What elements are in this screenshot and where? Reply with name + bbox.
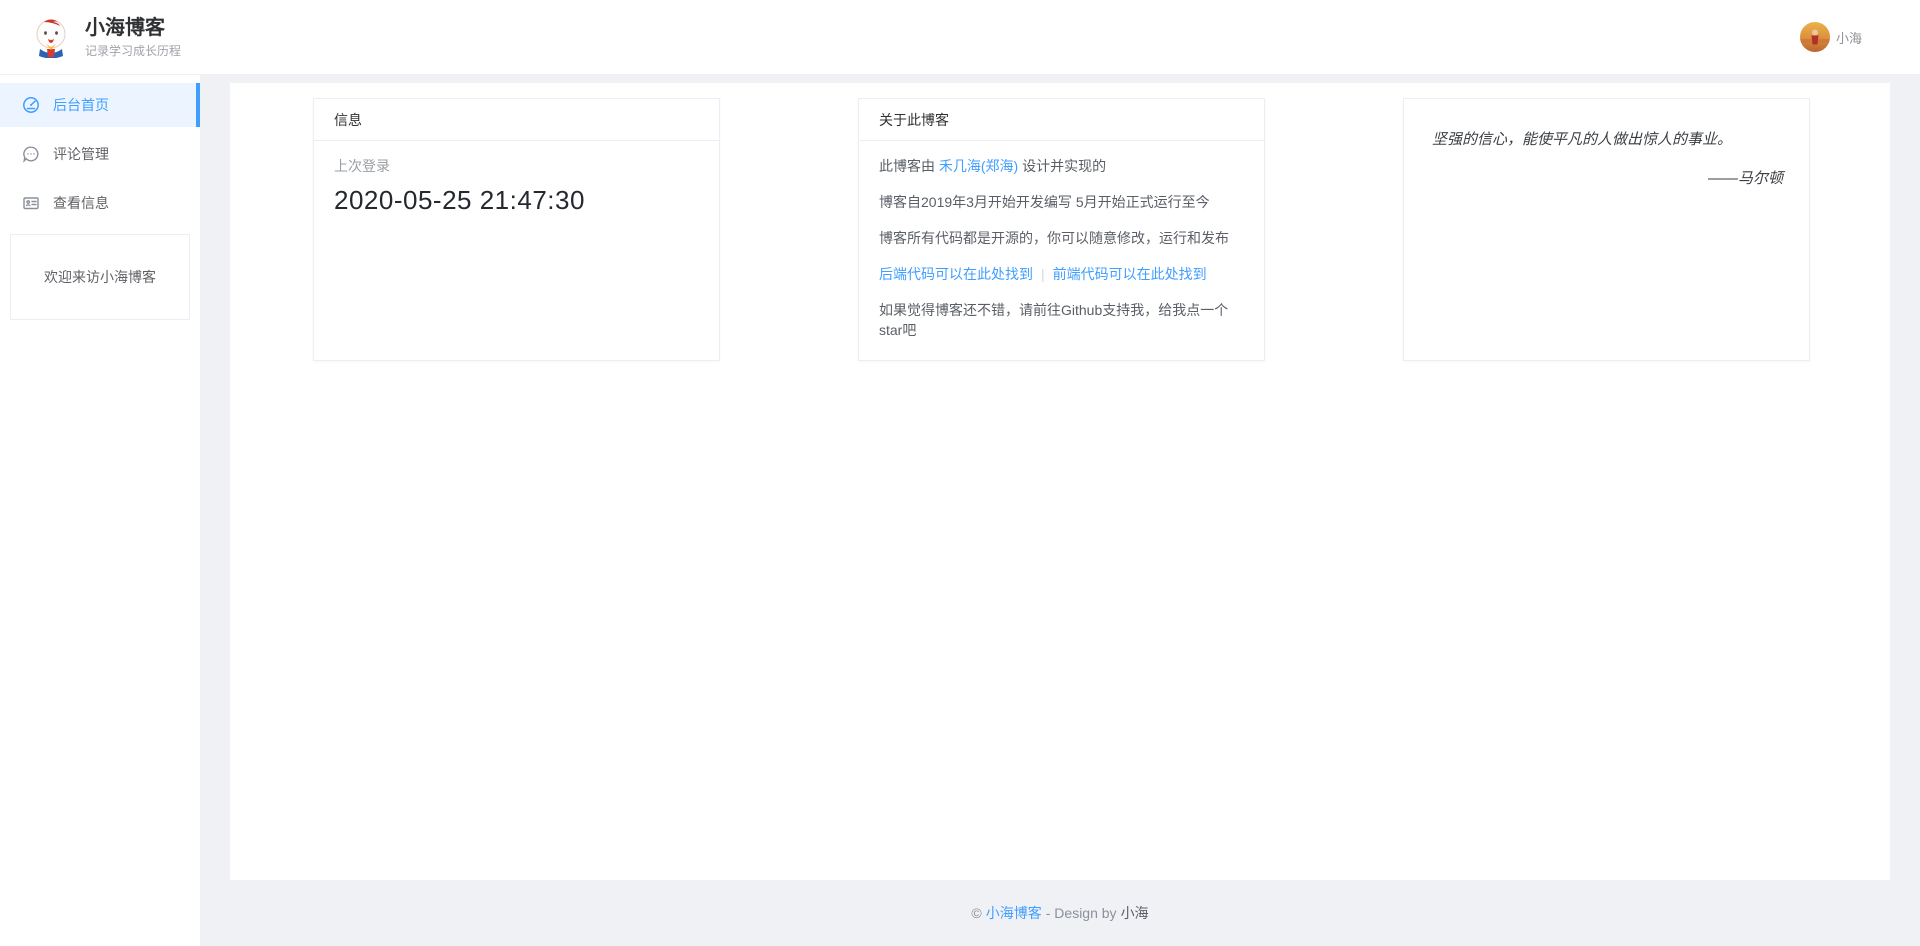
info-card-title: 信息 xyxy=(314,99,719,141)
sidebar-item-dashboard[interactable]: 后台首页 xyxy=(0,83,200,127)
quote-card: 坚强的信心，能使平凡的人做出惊人的事业。 ——马尔顿 xyxy=(1403,98,1810,361)
footer-middle-text: - Design by xyxy=(1046,905,1117,921)
copyright-symbol: © xyxy=(971,905,981,921)
sidebar-item-label: 后台首页 xyxy=(53,95,109,115)
about-line-history: 博客自2019年3月开始开发编写 5月开始正式运行至今 xyxy=(879,192,1244,212)
about-card-title: 关于此博客 xyxy=(859,99,1264,141)
page-footer: © 小海博客 - Design by 小海 xyxy=(230,880,1890,946)
id-card-icon xyxy=(22,194,40,212)
info-card-body: 上次登录 2020-05-25 21:47:30 xyxy=(314,141,719,231)
link-separator: | xyxy=(1033,266,1053,282)
app-header: 小海博客 记录学习成长历程 小海 xyxy=(0,0,1920,75)
about-line-code-links: 后端代码可以在此处找到|前端代码可以在此处找到 xyxy=(879,264,1244,284)
about-card-body: 此博客由 禾几海(郑海) 设计并实现的 博客自2019年3月开始开发编写 5月开… xyxy=(859,141,1264,340)
user-avatar[interactable] xyxy=(1800,22,1830,52)
site-logo-icon xyxy=(30,16,72,58)
sidebar-item-comments[interactable]: 评论管理 xyxy=(0,132,200,176)
info-card: 信息 上次登录 2020-05-25 21:47:30 xyxy=(313,98,720,361)
sidebar-item-label: 查看信息 xyxy=(53,193,109,213)
footer-site-link[interactable]: 小海博客 xyxy=(986,903,1042,923)
frontend-code-link[interactable]: 前端代码可以在此处找到 xyxy=(1053,266,1207,282)
footer-author: 小海 xyxy=(1121,903,1149,923)
welcome-text: 欢迎来访小海博客 xyxy=(44,267,156,287)
content-panel: 信息 上次登录 2020-05-25 21:47:30 关于此博客 此博客由 禾… xyxy=(230,83,1890,880)
about-card: 关于此博客 此博客由 禾几海(郑海) 设计并实现的 博客自2019年3月开始开发… xyxy=(858,98,1265,361)
quote-card-body: 坚强的信心，能使平凡的人做出惊人的事业。 ——马尔顿 xyxy=(1404,99,1809,188)
site-title: 小海博客 xyxy=(85,16,181,40)
dashboard-icon xyxy=(22,96,40,114)
main-area: 信息 上次登录 2020-05-25 21:47:30 关于此博客 此博客由 禾… xyxy=(200,75,1920,946)
quote-text: 坚强的信心，能使平凡的人做出惊人的事业。 xyxy=(1432,129,1783,151)
brand: 小海博客 记录学习成长历程 xyxy=(30,16,181,59)
about-line-star: 如果觉得博客还不错，请前往Github支持我，给我点一个star吧 xyxy=(879,300,1244,340)
cards-row: 信息 上次登录 2020-05-25 21:47:30 关于此博客 此博客由 禾… xyxy=(313,98,1810,361)
quote-author: ——马尔顿 xyxy=(1432,167,1783,188)
about-line-author: 此博客由 禾几海(郑海) 设计并实现的 xyxy=(879,156,1244,176)
sidebar: 后台首页 评论管理 查看信息 xyxy=(0,75,200,946)
about-author-prefix: 此博客由 xyxy=(879,158,939,174)
sidebar-item-view-info[interactable]: 查看信息 xyxy=(0,181,200,225)
author-link[interactable]: 禾几海(郑海) xyxy=(939,158,1018,174)
last-login-label: 上次登录 xyxy=(334,156,699,176)
about-line-opensource: 博客所有代码都是开源的，你可以随意修改，运行和发布 xyxy=(879,228,1244,248)
about-author-suffix: 设计并实现的 xyxy=(1018,158,1106,174)
welcome-card: 欢迎来访小海博客 xyxy=(10,234,190,320)
page-body: 后台首页 评论管理 查看信息 xyxy=(0,75,1920,946)
site-subtitle: 记录学习成长历程 xyxy=(85,42,181,59)
comment-icon xyxy=(22,145,40,163)
backend-code-link[interactable]: 后端代码可以在此处找到 xyxy=(879,266,1033,282)
last-login-time: 2020-05-25 21:47:30 xyxy=(334,185,699,216)
user-menu[interactable]: 小海 xyxy=(1800,22,1862,52)
sidebar-item-label: 评论管理 xyxy=(53,144,109,164)
user-name[interactable]: 小海 xyxy=(1836,28,1862,47)
brand-text: 小海博客 记录学习成长历程 xyxy=(85,16,181,59)
